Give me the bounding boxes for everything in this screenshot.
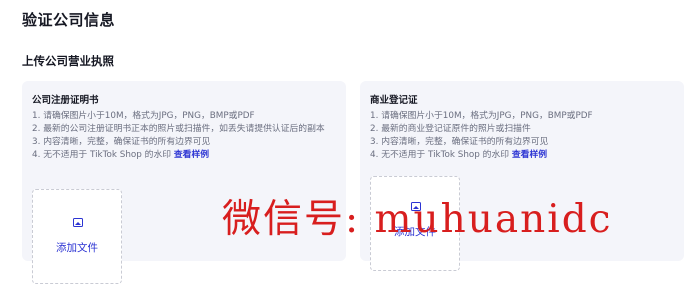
image-icon [73, 218, 83, 227]
view-sample-link[interactable]: 查看样例 [174, 150, 209, 160]
add-file-button[interactable]: 添加文件 [32, 189, 122, 284]
requirement-item: 4. 无不适用于 TikTok Shop 的水印 查看样例 [32, 149, 336, 162]
card-title: 公司注册证明书 [32, 95, 99, 106]
company-registration-card: 公司注册证明书 1. 请确保图片小于10M，格式为JPG，PNG，BMP或PDF… [22, 81, 346, 284]
business-registration-card: 商业登记证 1. 请确保图片小于10M，格式为JPG，PNG，BMP或PDF 2… [360, 81, 684, 271]
view-sample-link[interactable]: 查看样例 [512, 150, 547, 160]
requirement-item: 3. 内容清晰，完整，确保证书的所有边界可见 [370, 137, 549, 147]
requirement-item: 1. 请确保图片小于10M，格式为JPG，PNG，BMP或PDF [370, 111, 593, 121]
add-file-label: 添加文件 [56, 242, 98, 254]
requirement-item: 2. 最新的商业登记证原件的照片或扫描件 [370, 124, 531, 134]
requirement-text: 4. 无不适用于 TikTok Shop 的水印 [32, 150, 172, 160]
requirements-list: 1. 请确保图片小于10M，格式为JPG，PNG，BMP或PDF 2. 最新的公… [32, 110, 336, 162]
add-file-label: 添加文件 [394, 226, 436, 238]
requirement-item: 4. 无不适用于 TikTok Shop 的水印 查看样例 [370, 149, 674, 162]
requirement-item: 3. 内容清晰，完整，确保证书的所有边界可见 [32, 137, 211, 147]
card-title: 商业登记证 [370, 95, 418, 106]
add-file-button[interactable]: 添加文件 [370, 176, 460, 271]
requirement-item: 2. 最新的公司注册证明书正本的照片或扫描件，如丢失请提供认证后的副本 [32, 124, 325, 134]
section-title: 上传公司营业执照 [22, 54, 114, 68]
requirements-list: 1. 请确保图片小于10M，格式为JPG，PNG，BMP或PDF 2. 最新的商… [370, 110, 674, 162]
page-title: 验证公司信息 [22, 11, 116, 29]
requirement-item: 1. 请确保图片小于10M，格式为JPG，PNG，BMP或PDF [32, 111, 255, 121]
image-icon [411, 202, 421, 211]
requirement-text: 4. 无不适用于 TikTok Shop 的水印 [370, 150, 510, 160]
